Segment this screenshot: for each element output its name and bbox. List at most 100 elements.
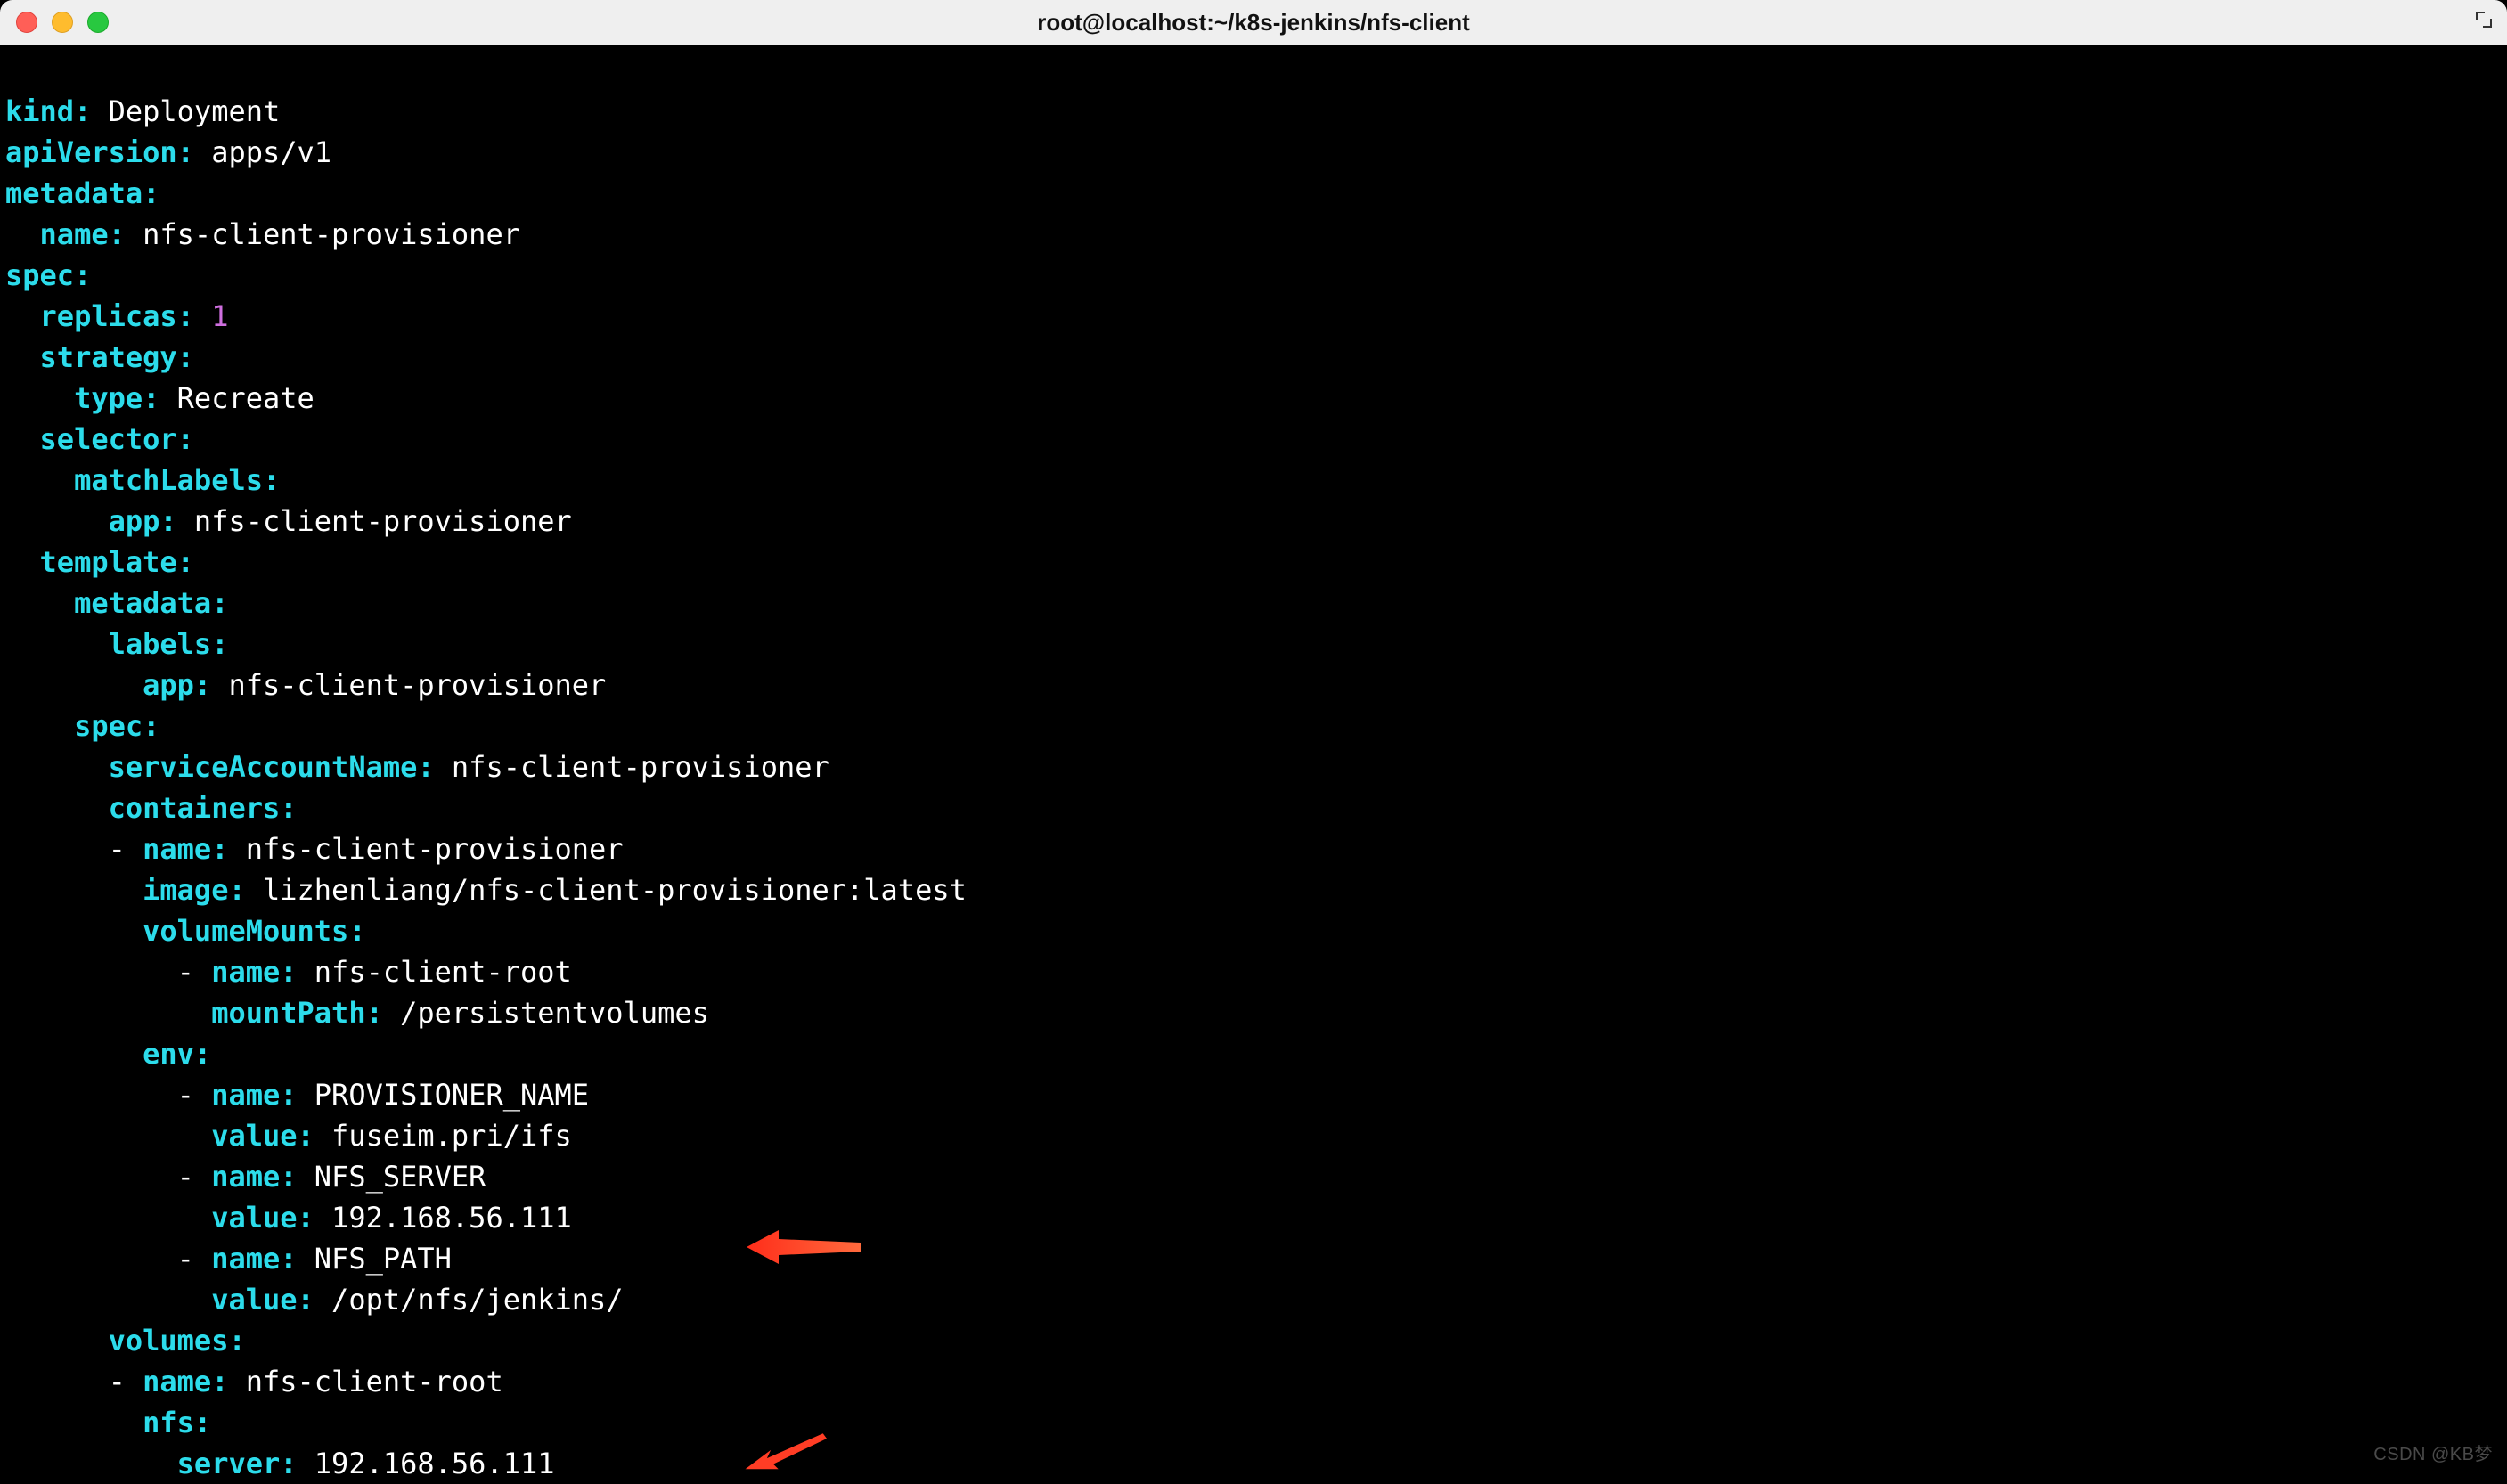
yaml-key: name: [211,1078,297,1112]
yaml-line: metadata: [5,586,228,620]
yaml-line: nfs: [5,1406,211,1439]
yaml-line: kind: Deployment [5,94,280,128]
watermark: CSDN @KB梦 [2373,1434,2493,1475]
yaml-key: spec: [5,258,91,292]
yaml-key: server: [177,1447,298,1480]
yaml-value: NFS_SERVER [298,1160,486,1194]
yaml-line: labels: [5,627,228,661]
yaml-value: nfs-client-root [228,1365,502,1398]
terminal-content[interactable]: kind: Deployment apiVersion: apps/v1 met… [0,45,2507,1484]
yaml-value: NFS_PATH [298,1242,452,1276]
arrow-annotation-icon [643,1184,759,1228]
yaml-key: spec: [74,709,159,743]
yaml-line: mountPath: /persistentvolumes [5,996,709,1030]
yaml-line: replicas: 1 [5,299,228,333]
yaml-value: 192.168.56.111 [314,1201,572,1235]
yaml-line: name: nfs-client-provisioner [5,217,520,251]
yaml-line: containers: [5,791,298,825]
yaml-key: volumeMounts: [143,914,365,948]
yaml-dash: - [5,1078,211,1112]
yaml-line: volumeMounts: [5,914,366,948]
yaml-key: name: [211,1242,297,1276]
yaml-dash: - [5,955,211,989]
yaml-line: app: nfs-client-provisioner [5,668,606,702]
yaml-key: mountPath: [211,996,383,1030]
yaml-line: selector: [5,422,194,456]
yaml-key: name: [211,955,297,989]
yaml-key: value: [211,1283,314,1317]
yaml-line: serviceAccountName: nfs-client-provision… [5,750,829,784]
yaml-key: env: [143,1037,211,1071]
yaml-key: matchLabels: [74,463,280,497]
titlebar: root@localhost:~/k8s-jenkins/nfs-client [0,0,2507,45]
yaml-value: /persistentvolumes [383,996,709,1030]
yaml-key: value: [211,1119,314,1153]
yaml-key: name: [40,217,126,251]
yaml-line: server: 192.168.56.111 [5,1447,555,1480]
yaml-value: nfs-client-provisioner [228,832,623,866]
yaml-value [194,299,211,333]
zoom-icon[interactable] [87,12,109,33]
yaml-line: - name: nfs-client-root [5,1365,503,1398]
yaml-line: - name: NFS_SERVER [5,1160,486,1194]
yaml-line: - name: nfs-client-provisioner [5,832,624,866]
yaml-value: fuseim.pri/ifs [314,1119,572,1153]
window-title: root@localhost:~/k8s-jenkins/nfs-client [1037,9,1470,37]
yaml-value: apps/v1 [194,135,331,169]
yaml-value: Recreate [159,381,314,415]
yaml-key: replicas: [40,299,194,333]
yaml-key: volumes: [109,1324,246,1358]
yaml-key: app: [109,504,177,538]
yaml-line: - name: nfs-client-root [5,955,572,989]
yaml-value: 192.168.56.111 [298,1447,555,1480]
yaml-dash: - [5,832,143,866]
yaml-value: nfs-client-provisioner [211,668,606,702]
yaml-line: image: lizhenliang/nfs-client-provisione… [5,873,967,907]
yaml-line: strategy: [5,340,194,374]
yaml-key: kind: [5,94,91,128]
yaml-line: metadata: [5,176,159,210]
yaml-key: app: [143,668,211,702]
close-icon[interactable] [16,12,37,33]
yaml-line: value: fuseim.pri/ifs [5,1119,572,1153]
terminal-window: root@localhost:~/k8s-jenkins/nfs-client … [0,0,2507,1484]
yaml-value: Deployment [91,94,280,128]
yaml-key: selector: [40,422,194,456]
yaml-key: labels: [109,627,229,661]
yaml-line: - name: NFS_PATH [5,1242,452,1276]
yaml-key: containers: [109,791,298,825]
yaml-key: image: [143,873,246,907]
yaml-line: type: Recreate [5,381,314,415]
yaml-key: metadata: [5,176,159,210]
yaml-key: name: [143,832,228,866]
traffic-lights [16,12,109,33]
yaml-key: metadata: [74,586,228,620]
arrow-annotation-icon [625,1389,741,1433]
minimize-icon[interactable] [52,12,73,33]
yaml-key: value: [211,1201,314,1235]
yaml-number: 1 [211,299,228,333]
yaml-value: nfs-client-provisioner [435,750,829,784]
yaml-value: PROVISIONER_NAME [298,1078,590,1112]
yaml-line: volumes: [5,1324,246,1358]
yaml-dash: - [5,1365,143,1398]
expand-icon[interactable] [2473,8,2495,37]
yaml-key: template: [40,545,194,579]
yaml-value: lizhenliang/nfs-client-provisioner:lates… [246,873,967,907]
yaml-dash: - [5,1160,211,1194]
yaml-key: strategy: [40,340,194,374]
yaml-value: nfs-client-provisioner [126,217,520,251]
yaml-value: /opt/nfs/jenkins/ [314,1283,624,1317]
yaml-line: matchLabels: [5,463,280,497]
yaml-line: app: nfs-client-provisioner [5,504,572,538]
yaml-value: nfs-client-root [298,955,572,989]
yaml-line: spec: [5,258,91,292]
yaml-key: serviceAccountName: [109,750,435,784]
yaml-key: nfs: [143,1406,211,1439]
yaml-key: apiVersion: [5,135,194,169]
yaml-line: value: 192.168.56.111 [5,1201,572,1235]
yaml-key: name: [211,1160,297,1194]
yaml-line: value: /opt/nfs/jenkins/ [5,1283,624,1317]
yaml-line: env: [5,1037,211,1071]
yaml-key: type: [74,381,159,415]
